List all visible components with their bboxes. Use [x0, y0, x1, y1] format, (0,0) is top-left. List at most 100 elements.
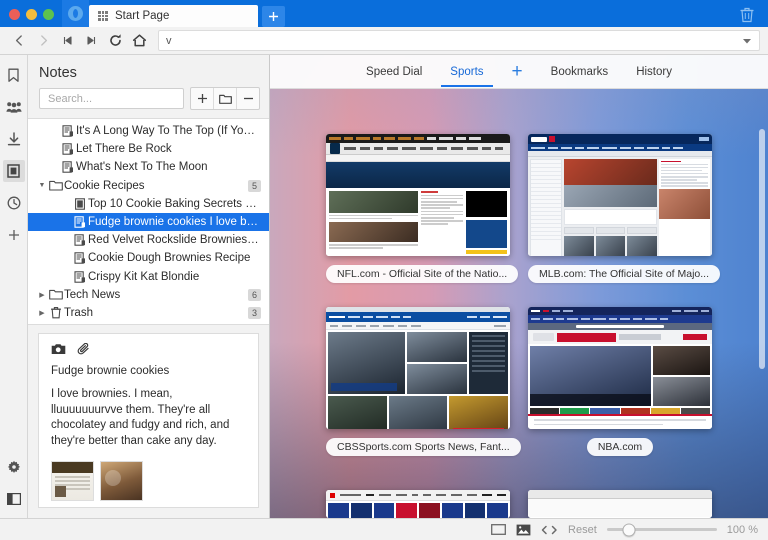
note-card[interactable]: Fudge brownie cookies I love brownies. I… — [38, 333, 259, 508]
sidebar-item-history[interactable] — [3, 192, 25, 214]
sidebar-item-bookmarks[interactable] — [3, 64, 25, 86]
reload-button[interactable] — [104, 31, 126, 51]
speed-dial-thumbnail[interactable] — [528, 134, 712, 256]
sidebar-item-settings[interactable] — [3, 456, 25, 478]
new-tab-button[interactable] — [262, 6, 285, 27]
tab-sports[interactable]: Sports — [441, 58, 493, 87]
zoom-slider-knob[interactable] — [622, 523, 636, 536]
chevron-right-icon[interactable]: ▶ — [36, 291, 48, 299]
trash-icon — [48, 306, 64, 319]
speed-dial-caption: NBA.com — [586, 438, 654, 456]
notes-tree-item-label: Fudge brownie cookies I love brownies. I… — [88, 216, 261, 229]
speed-dial-grid: NFL.com - Official Site of the Natio... … — [270, 89, 768, 456]
new-folder-icon[interactable] — [214, 88, 237, 109]
note-actions — [39, 334, 258, 359]
notes-tree: It's A Long Way To The Top (If You Wanna… — [28, 118, 269, 326]
notes-tree-item-label: Let There Be Rock — [76, 143, 172, 156]
notes-tree-item[interactable]: Fudge brownie cookies I love brownies. I… — [28, 212, 269, 232]
maximize-window-button[interactable] — [43, 9, 54, 20]
chevron-right-icon[interactable]: ▶ — [36, 309, 48, 317]
speed-dial-icon — [98, 11, 108, 21]
search-input[interactable] — [46, 91, 177, 106]
delete-note-button[interactable] — [237, 88, 259, 109]
speed-dial-thumbnail[interactable] — [326, 490, 510, 518]
sidebar-rail — [0, 55, 28, 518]
status-bar: Reset 100 % — [0, 518, 768, 540]
speed-dial-item[interactable]: NFL.com - Official Site of the Natio... — [326, 134, 519, 283]
speed-dial-item[interactable]: CBSSports.com Sports News, Fant... — [326, 307, 521, 456]
camera-icon[interactable] — [51, 343, 66, 355]
note-icon — [72, 216, 88, 228]
add-speed-dial-tab-button[interactable]: + — [510, 55, 525, 89]
notes-tree-item-label: Trash — [64, 306, 93, 319]
address-value: v — [166, 34, 172, 47]
chevron-down-icon[interactable]: ▼ — [36, 182, 48, 189]
chevron-down-icon[interactable] — [742, 37, 752, 44]
attachment-thumbnail[interactable] — [51, 461, 94, 502]
tab-speed-dial[interactable]: Speed Dial — [364, 58, 424, 86]
forward-button[interactable] — [32, 31, 54, 51]
speed-dial-thumbnail[interactable] — [528, 490, 712, 518]
note-source-link[interactable]: http://jensfavoritecookies.com/2014/03/2… — [69, 507, 246, 508]
fit-width-icon[interactable] — [491, 524, 506, 535]
folder-icon — [48, 180, 64, 191]
note-body: I love brownies. I mean, lluuuuuuurvve t… — [51, 388, 230, 447]
opera-menu-button[interactable] — [62, 0, 89, 27]
tab-history[interactable]: History — [634, 58, 674, 86]
paperclip-icon[interactable] — [77, 343, 92, 355]
tab-start-page[interactable]: Start Page — [89, 5, 258, 27]
note-icon — [60, 125, 76, 137]
sidebar-item-add-panel[interactable] — [3, 224, 25, 246]
minimize-window-button[interactable] — [26, 9, 37, 20]
speed-dial-item[interactable]: NBA.com — [528, 307, 712, 456]
sidebar-item-notes[interactable] — [2, 160, 25, 182]
notes-tree-item[interactable]: Crispy Kit Kat Blondie — [28, 268, 269, 286]
notes-tree-folder[interactable]: ▶ Tech News 6 — [28, 286, 269, 304]
notes-tree-item-count: 6 — [247, 288, 261, 301]
images-icon[interactable] — [516, 524, 531, 536]
reset-zoom-button[interactable]: Reset — [568, 524, 597, 536]
home-icon[interactable] — [128, 31, 150, 51]
notes-tree-item[interactable]: Top 10 Cookie Baking Secrets and Tips — [28, 195, 269, 213]
speed-dial-thumbnail[interactable] — [528, 307, 712, 429]
notes-tree-item[interactable]: What's Next To The Moon — [28, 158, 269, 176]
speed-dial-thumbnail[interactable] — [326, 307, 510, 429]
fast-forward-button[interactable] — [80, 31, 102, 51]
rewind-button[interactable] — [56, 31, 78, 51]
speed-dial-caption: MLB.com: The Official Site of Majo... — [528, 265, 721, 283]
sidebar-item-downloads[interactable] — [3, 128, 25, 150]
code-icon[interactable] — [541, 525, 558, 535]
speed-dial-thumbnail[interactable] — [326, 134, 510, 256]
attachment-thumbnail[interactable] — [100, 461, 143, 502]
note-link-row[interactable]: http://jensfavoritecookies.com/2014/03/2… — [51, 501, 246, 508]
tab-bookmarks[interactable]: Bookmarks — [549, 58, 611, 86]
notes-tree-item-label: Cookie Dough Brownies Recipe — [88, 252, 251, 265]
note-attachments — [39, 449, 258, 502]
notes-tree-item[interactable]: ▶ Trash 3 — [28, 304, 269, 322]
back-button[interactable] — [8, 31, 30, 51]
notes-tree-item[interactable]: It's A Long Way To The Top (If You Wanna… — [28, 122, 269, 140]
trash-icon[interactable] — [739, 6, 755, 23]
add-note-button[interactable] — [191, 88, 214, 109]
notes-tree-item[interactable]: Red Velvet Rockslide Brownies {Cookbook.… — [28, 231, 269, 249]
notes-tree-item-label: Top 10 Cookie Baking Secrets and Tips — [88, 197, 261, 210]
window-controls — [0, 9, 62, 27]
zoom-slider[interactable] — [606, 523, 717, 536]
notes-toolbar — [28, 87, 269, 118]
notes-tree-folder[interactable]: ▼ Cookie Recipes 5 — [28, 177, 269, 195]
search-input-wrapper[interactable] — [39, 88, 184, 109]
address-bar[interactable]: v — [158, 30, 760, 51]
notes-tree-item[interactable]: Cookie Dough Brownies Recipe — [28, 249, 269, 267]
notes-panel: Notes Search... It's A Long Way To The T… — [28, 55, 270, 518]
doc-icon — [72, 198, 88, 210]
notes-tree-item[interactable]: Let There Be Rock — [28, 140, 269, 158]
tab-title: Start Page — [115, 10, 170, 22]
start-page-scrollbar[interactable] — [759, 129, 765, 369]
notes-action-buttons — [190, 87, 260, 110]
sidebar-item-contacts[interactable] — [3, 96, 25, 118]
start-page-tabs: Speed Dial Sports + Bookmarks History — [270, 55, 768, 89]
close-window-button[interactable] — [9, 9, 20, 20]
speed-dial-caption: NFL.com - Official Site of the Natio... — [326, 265, 519, 283]
sidebar-toggle-icon[interactable] — [3, 488, 25, 510]
speed-dial-item[interactable]: MLB.com: The Official Site of Majo... — [528, 134, 721, 283]
